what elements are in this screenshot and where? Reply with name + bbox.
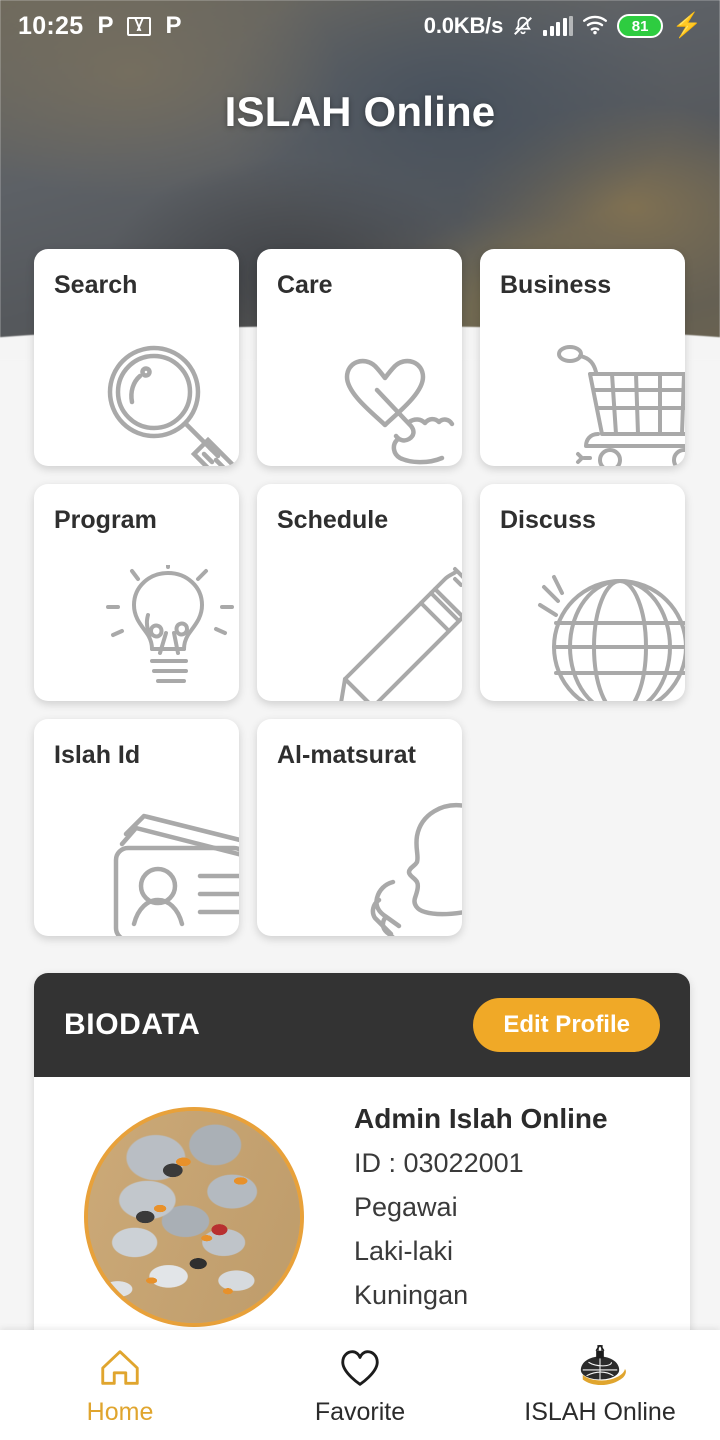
- menu-card-label: Business: [500, 271, 612, 299]
- profile-gender: Laki-laki: [354, 1236, 454, 1266]
- battery-level-label: 81: [631, 17, 649, 35]
- profile-id: ID : 03022001: [354, 1148, 524, 1178]
- nav-item-home[interactable]: Home: [0, 1344, 240, 1427]
- profile-name: Admin Islah Online: [354, 1103, 608, 1134]
- profile-role: Pegawai: [354, 1192, 458, 1222]
- p-app-icon-2: P: [165, 12, 182, 39]
- shopping-cart-icon: [528, 330, 685, 466]
- status-bar-left: 10:25 P P: [18, 12, 181, 41]
- praying-person-icon: [305, 800, 462, 936]
- battery-indicator: 81: [617, 14, 664, 38]
- menu-grid: Search Care Business Program Schedule Di…: [34, 249, 720, 936]
- heart-icon: [337, 1344, 383, 1392]
- network-speed-label: 0.0KB/s: [423, 13, 504, 38]
- islah-logo-icon: [573, 1344, 627, 1392]
- menu-card-discuss[interactable]: Discuss: [480, 484, 685, 701]
- avatar-photo: [88, 1111, 300, 1323]
- avatar-container: [34, 1103, 354, 1327]
- menu-card-care[interactable]: Care: [257, 249, 462, 466]
- status-bar: 10:25 P P 0.0KB/s 81 ⚡: [0, 0, 720, 52]
- nav-item-islah-online[interactable]: ISLAH Online: [480, 1344, 720, 1427]
- menu-card-islah-id[interactable]: Islah Id: [34, 719, 239, 936]
- magnifying-glass-icon: [82, 330, 239, 466]
- menu-card-label: Islah Id: [54, 741, 141, 769]
- bottom-navigation: Home Favorite ISLAH Online: [0, 1330, 720, 1440]
- profile-city: Kuningan: [354, 1280, 469, 1310]
- pencil-icon: [305, 565, 462, 701]
- menu-card-label: Al-matsurat: [277, 741, 416, 769]
- menu-card-program[interactable]: Program: [34, 484, 239, 701]
- home-icon: [97, 1344, 143, 1392]
- status-bar-clock: 10:25: [18, 11, 84, 40]
- nav-label-home: Home: [86, 1397, 154, 1426]
- menu-card-search[interactable]: Search: [34, 249, 239, 466]
- biodata-header: BIODATA Edit Profile: [34, 973, 690, 1077]
- bell-muted-icon: [512, 14, 534, 38]
- nav-label-favorite: Favorite: [314, 1397, 406, 1426]
- menu-card-label: Program: [54, 506, 157, 534]
- menu-card-label: Care: [277, 271, 333, 299]
- id-card-icon: [82, 800, 239, 936]
- biodata-card: BIODATA Edit Profile Admin Islah Online …: [34, 973, 690, 1373]
- gmail-icon: [127, 16, 152, 36]
- menu-card-label: Search: [54, 271, 138, 299]
- app-screen: 10:25 P P 0.0KB/s 81 ⚡ ISLAH Online Sear…: [0, 0, 720, 1440]
- p-app-icon: P: [97, 12, 114, 39]
- avatar[interactable]: [84, 1107, 304, 1327]
- nav-item-favorite[interactable]: Favorite: [240, 1344, 480, 1427]
- globe-icon: [528, 565, 685, 701]
- status-bar-right: 0.0KB/s 81 ⚡: [424, 13, 702, 40]
- biodata-details: Admin Islah Online ID : 03022001 Pegawai…: [354, 1103, 690, 1327]
- menu-card-al-matsurat[interactable]: Al-matsurat: [257, 719, 462, 936]
- wifi-icon: [582, 13, 608, 40]
- menu-card-label: Schedule: [277, 506, 389, 534]
- menu-card-business[interactable]: Business: [480, 249, 685, 466]
- menu-card-schedule[interactable]: Schedule: [257, 484, 462, 701]
- heart-hand-icon: [305, 330, 462, 466]
- edit-profile-button[interactable]: Edit Profile: [473, 998, 660, 1052]
- lightbulb-icon: [82, 565, 239, 701]
- biodata-body: Admin Islah Online ID : 03022001 Pegawai…: [34, 1077, 690, 1327]
- lightning-bolt-icon: ⚡: [672, 12, 702, 39]
- signal-bars-icon: [543, 16, 574, 36]
- menu-card-label: Discuss: [500, 506, 596, 534]
- biodata-title: BIODATA: [64, 1008, 201, 1041]
- page-title: ISLAH Online: [224, 88, 496, 135]
- nav-label-islah-online: ISLAH Online: [524, 1397, 676, 1426]
